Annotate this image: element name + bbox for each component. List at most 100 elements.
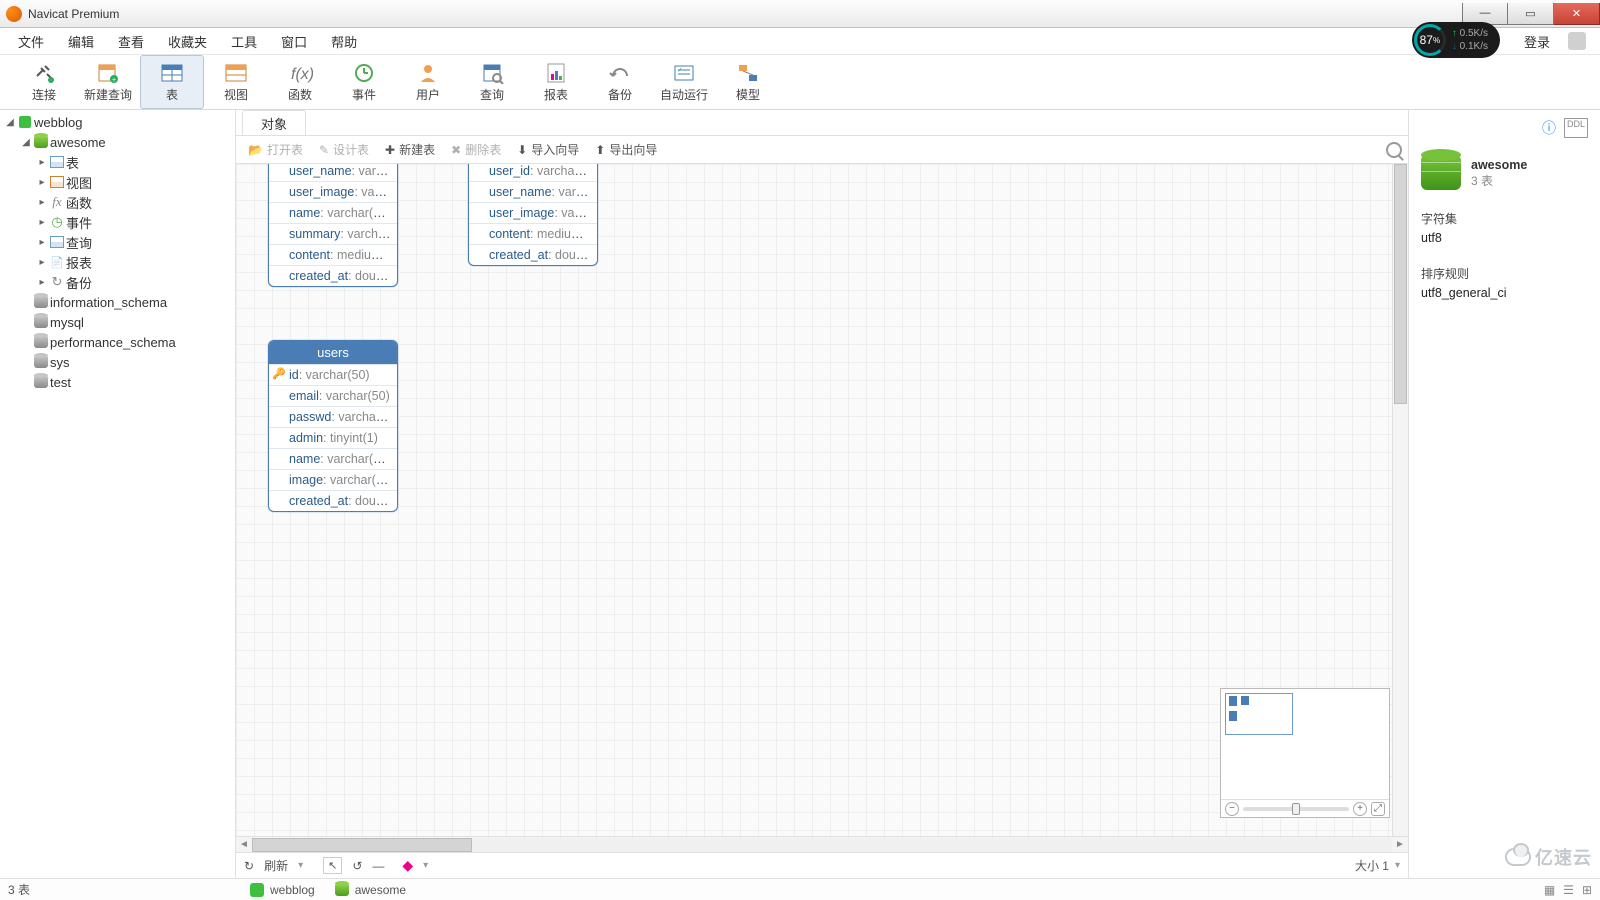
search-icon[interactable] xyxy=(1386,142,1402,158)
scrollbar-thumb[interactable] xyxy=(252,838,472,852)
entity-users[interactable]: usersid: varchar(50)email: varchar(50)pa… xyxy=(268,340,398,512)
expand-icon[interactable]: ▸ xyxy=(36,217,48,228)
menu-edit[interactable]: 编辑 xyxy=(56,29,106,54)
entity-column[interactable]: content: medium... xyxy=(469,223,597,244)
menu-fav[interactable]: 收藏夹 xyxy=(156,29,219,54)
view-list-icon[interactable]: ▦ xyxy=(1544,883,1555,897)
menu-file[interactable]: 文件 xyxy=(6,29,56,54)
entity-column[interactable]: passwd: varchar(... xyxy=(269,406,397,427)
view-er-icon[interactable]: ⊞ xyxy=(1582,883,1592,897)
tree-clock[interactable]: ▸◷事件 xyxy=(0,212,235,232)
tree-table[interactable]: ▸表 xyxy=(0,152,235,172)
scrollbar-thumb[interactable] xyxy=(1394,164,1407,404)
entity-column[interactable]: email: varchar(50) xyxy=(269,385,397,406)
entity-column[interactable]: created_at: doub... xyxy=(269,265,397,286)
entity-column[interactable]: user_name: varch... xyxy=(469,181,597,202)
zoom-slider[interactable] xyxy=(1243,807,1349,811)
toolbar-auto[interactable]: ✓自动运行 xyxy=(652,55,716,109)
toolbar-model[interactable]: 模型 xyxy=(716,55,780,109)
tree-backup[interactable]: ▸↻备份 xyxy=(0,272,235,292)
toolbar-table[interactable]: 表 xyxy=(140,55,204,109)
size-dropdown-icon[interactable]: ▾ xyxy=(1395,860,1400,871)
menu-view[interactable]: 查看 xyxy=(106,29,156,54)
entity-comments[interactable]: commentsid: varchar(50)blog_id: varchar(… xyxy=(468,164,598,266)
refresh-label[interactable]: 刷新 xyxy=(264,857,288,874)
entity-column[interactable]: created_at: doub... xyxy=(469,244,597,265)
newquery-icon: + xyxy=(95,62,121,84)
objtb-icon: ⬇ xyxy=(517,143,527,157)
color-dropdown-icon[interactable]: ▾ xyxy=(423,860,428,871)
tree-query[interactable]: ▸查询 xyxy=(0,232,235,252)
toolbar-plug[interactable]: 连接 xyxy=(12,55,76,109)
entity-column[interactable]: name: varchar(50) xyxy=(269,202,397,223)
entity-column[interactable]: user_name: varch... xyxy=(269,164,397,181)
horizontal-scrollbar[interactable]: ◄ ► xyxy=(236,836,1408,852)
relation-tool-icon[interactable]: ↺ xyxy=(352,859,362,873)
menu-help[interactable]: 帮助 xyxy=(319,29,369,54)
zoom-in-button[interactable]: + xyxy=(1353,802,1367,816)
tree-connection[interactable]: ◢webblog xyxy=(0,112,235,132)
connection-tree[interactable]: ◢webblog◢awesome▸表▸视图▸fx函数▸◷事件▸查询▸📄报表▸↻备… xyxy=(0,110,236,878)
vertical-scrollbar[interactable] xyxy=(1392,164,1408,836)
login-area[interactable]: 登录 xyxy=(1512,29,1594,54)
refresh-dropdown-icon[interactable]: ▾ xyxy=(298,860,303,871)
tree-db[interactable]: sys xyxy=(0,352,235,372)
zoom-out-button[interactable]: − xyxy=(1225,802,1239,816)
expand-icon[interactable]: ▸ xyxy=(36,237,48,248)
tree-report[interactable]: ▸📄报表 xyxy=(0,252,235,272)
tree-db[interactable]: test xyxy=(0,372,235,392)
pointer-tool-icon[interactable]: ↖ xyxy=(323,857,342,874)
expand-icon[interactable]: ◢ xyxy=(20,137,32,148)
tab-objects[interactable]: 对象 xyxy=(242,110,306,135)
toolbar-report[interactable]: 报表 xyxy=(524,55,588,109)
objtb-2[interactable]: ✚新建表 xyxy=(379,139,441,160)
tree-view[interactable]: ▸视图 xyxy=(0,172,235,192)
menu-window[interactable]: 窗口 xyxy=(269,29,319,54)
entity-column[interactable]: summary: varcha... xyxy=(269,223,397,244)
close-button[interactable]: ✕ xyxy=(1554,3,1600,25)
toolbar-fx[interactable]: f(x)函数 xyxy=(268,55,332,109)
zoom-thumb[interactable] xyxy=(1292,803,1300,815)
entity-column[interactable]: admin: tinyint(1) xyxy=(269,427,397,448)
expand-icon[interactable]: ▸ xyxy=(36,177,48,188)
toolbar-clock[interactable]: 事件 xyxy=(332,55,396,109)
maximize-button[interactable]: ▭ xyxy=(1508,3,1554,25)
tree-db[interactable]: information_schema xyxy=(0,292,235,312)
tree-fx[interactable]: ▸fx函数 xyxy=(0,192,235,212)
scroll-right-button[interactable]: ► xyxy=(1392,839,1408,850)
expand-icon[interactable]: ▸ xyxy=(36,277,48,288)
expand-icon[interactable]: ▸ xyxy=(36,197,48,208)
toolbar-view[interactable]: 视图 xyxy=(204,55,268,109)
entity-column[interactable]: id: varchar(50) xyxy=(269,364,397,385)
ddl-icon[interactable]: DDL xyxy=(1564,118,1588,138)
entity-blogs[interactable]: blogsid: varchar(50)user_id: varchar(5..… xyxy=(268,164,398,287)
info-icon[interactable]: ⓘ xyxy=(1542,118,1556,138)
color-tool-icon[interactable]: ◆ xyxy=(402,857,413,874)
toolbar-newquery[interactable]: +新建查询 xyxy=(76,55,140,109)
entity-column[interactable]: name: varchar(50) xyxy=(269,448,397,469)
tree-db-active[interactable]: ◢awesome xyxy=(0,132,235,152)
zoom-fit-button[interactable]: ⤢ xyxy=(1371,802,1385,816)
line-tool-icon[interactable]: — xyxy=(372,859,384,873)
refresh-icon[interactable]: ↻ xyxy=(244,859,254,873)
toolbar-user[interactable]: 用户 xyxy=(396,55,460,109)
toolbar-backup[interactable]: 备份 xyxy=(588,55,652,109)
entity-column[interactable]: image: varchar(5... xyxy=(269,469,397,490)
objtb-5[interactable]: ⬆导出向导 xyxy=(589,139,663,160)
scroll-left-button[interactable]: ◄ xyxy=(236,839,252,850)
menu-tools[interactable]: 工具 xyxy=(219,29,269,54)
tree-db[interactable]: mysql xyxy=(0,312,235,332)
toolbar-query[interactable]: 查询 xyxy=(460,55,524,109)
view-detail-icon[interactable]: ☰ xyxy=(1563,883,1574,897)
entity-column[interactable]: created_at: doub... xyxy=(269,490,397,511)
entity-column[interactable]: user_image: varc... xyxy=(469,202,597,223)
expand-icon[interactable]: ◢ xyxy=(4,117,16,128)
objtb-4[interactable]: ⬇导入向导 xyxy=(511,139,585,160)
entity-column[interactable]: user_image: varc... xyxy=(269,181,397,202)
tree-db[interactable]: performance_schema xyxy=(0,332,235,352)
minimap[interactable]: − + ⤢ xyxy=(1220,688,1390,818)
entity-column[interactable]: content: medium... xyxy=(269,244,397,265)
entity-column[interactable]: user_id: varchar(5... xyxy=(469,164,597,181)
expand-icon[interactable]: ▸ xyxy=(36,157,48,168)
expand-icon[interactable]: ▸ xyxy=(36,257,48,268)
